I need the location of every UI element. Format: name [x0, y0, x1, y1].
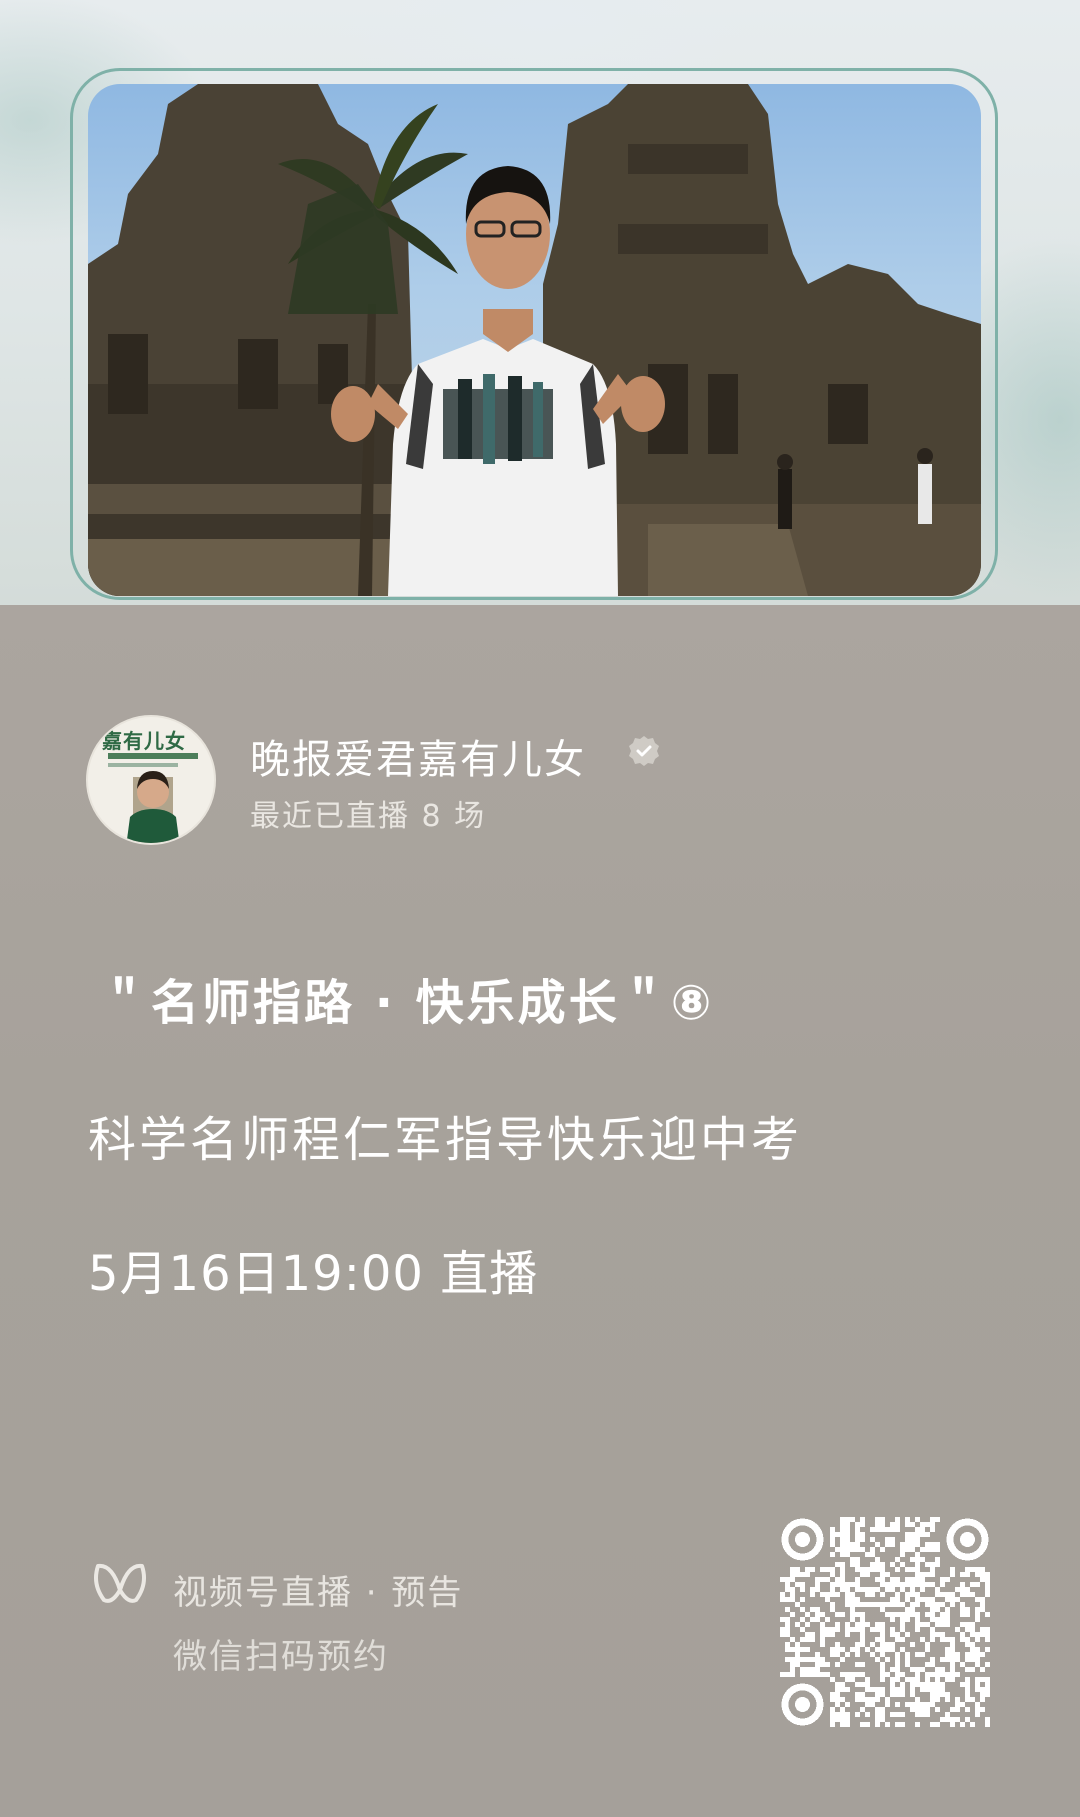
avatar[interactable]: 嘉有儿女: [86, 715, 216, 845]
cover-photo[interactable]: [88, 84, 981, 596]
channels-icon: [94, 1563, 146, 1603]
event-time: 5月16日19:00 直播: [88, 1246, 539, 1302]
temple-photo-illustration: [88, 84, 981, 596]
qr-modules: [780, 1517, 990, 1727]
recent-streams-count: 最近已直播 8 场: [250, 799, 487, 834]
qr-code[interactable]: [780, 1517, 990, 1727]
footer-scan-hint: 微信扫码预约: [173, 1637, 389, 1677]
account-name[interactable]: 晚报爱君嘉有儿女: [250, 727, 586, 785]
live-preview-info: 嘉有儿女 晚报爱君嘉有儿女 最近已直播 8 场 ＂名师指路 · 快乐成长＂⑧ 科…: [0, 605, 1080, 1817]
footer-channel-label: 视频号直播 · 预告: [173, 1573, 464, 1613]
poster-header: [0, 0, 1080, 605]
event-title: ＂名师指路 · 快乐成长＂⑧: [100, 975, 715, 1031]
verified-icon: [629, 736, 659, 766]
event-subtitle: 科学名师程仁军指导快乐迎中考: [88, 1112, 803, 1168]
avatar-portrait: [108, 753, 198, 843]
